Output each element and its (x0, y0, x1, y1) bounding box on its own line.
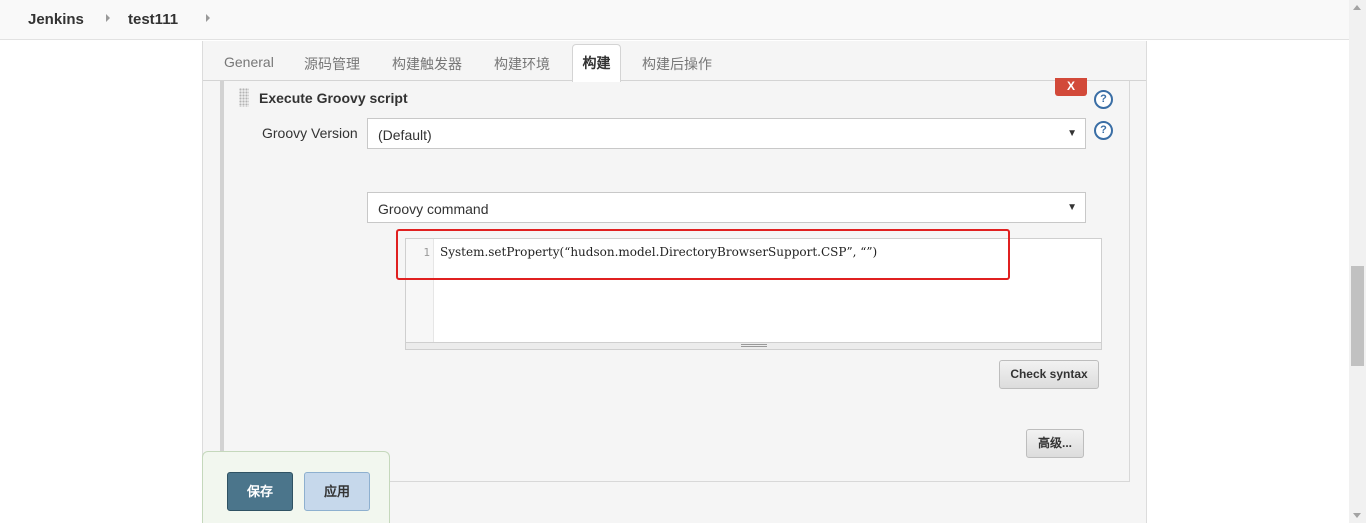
command-type-select[interactable]: Groovy command ▼ (367, 192, 1086, 223)
breadcrumb-separator-icon (106, 14, 110, 22)
config-tabbar: General 源码管理 构建触发器 构建环境 构建 构建后操作 (203, 41, 1146, 82)
check-syntax-button[interactable]: Check syntax (999, 360, 1099, 389)
resize-grip-icon (741, 344, 767, 347)
tab-build[interactable]: 构建 (572, 44, 621, 82)
scroll-down-icon[interactable] (1353, 513, 1361, 518)
breadcrumb-bar: Jenkins test111 (0, 0, 1366, 40)
editor-resize-handle[interactable] (406, 342, 1101, 349)
dropdown-arrow-icon: ▼ (1067, 202, 1077, 213)
build-step-title: Execute Groovy script (259, 90, 408, 106)
advanced-button[interactable]: 高级... (1026, 429, 1084, 458)
tab-build-triggers[interactable]: 构建触发器 (392, 54, 462, 74)
groovy-version-value: (Default) (378, 127, 432, 143)
tab-source-code[interactable]: 源码管理 (304, 54, 360, 74)
save-button[interactable]: 保存 (227, 472, 293, 511)
help-icon[interactable]: ? (1094, 90, 1113, 109)
delete-step-button[interactable]: X (1055, 78, 1087, 96)
help-icon[interactable]: ? (1094, 121, 1113, 140)
tab-build-environment[interactable]: 构建环境 (494, 54, 550, 74)
scroll-up-icon[interactable] (1353, 5, 1361, 10)
tab-general[interactable]: General (224, 54, 274, 70)
apply-button[interactable]: 应用 (304, 472, 370, 511)
dropdown-arrow-icon: ▼ (1067, 128, 1077, 139)
breadcrumb-job[interactable]: test111 (128, 11, 178, 28)
groovy-version-label: Groovy Version (262, 125, 358, 141)
code-highlight-annotation (396, 229, 1010, 280)
tab-post-build[interactable]: 构建后操作 (642, 54, 712, 74)
scrollbar-thumb[interactable] (1351, 266, 1364, 366)
command-type-value: Groovy command (378, 201, 489, 217)
drag-handle-icon[interactable] (239, 88, 249, 107)
page-scrollbar[interactable] (1349, 0, 1366, 523)
breadcrumb-separator-icon (206, 14, 210, 22)
groovy-version-select[interactable]: (Default) ▼ (367, 118, 1086, 149)
breadcrumb-jenkins[interactable]: Jenkins (28, 11, 84, 28)
